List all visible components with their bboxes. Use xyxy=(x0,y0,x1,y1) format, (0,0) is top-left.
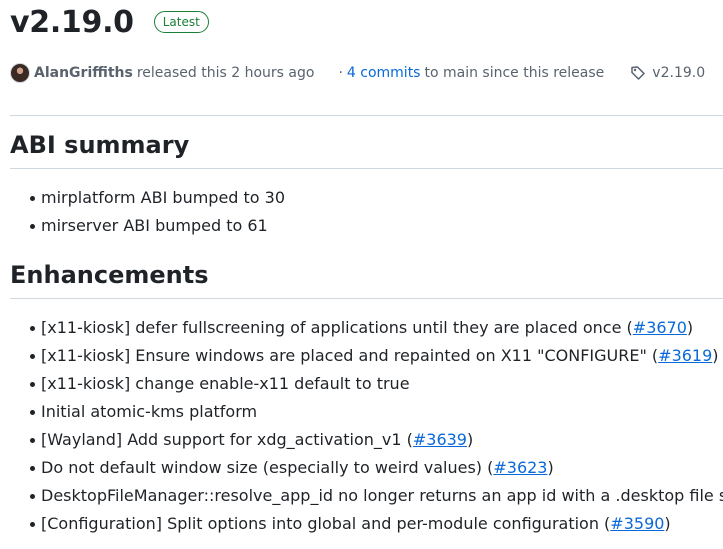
commits-suffix: to main since this release xyxy=(424,65,605,81)
latest-badge: Latest xyxy=(153,11,209,33)
issue-link[interactable]: #3590 xyxy=(610,514,664,533)
enhancement-item: [Configuration] Split options into globa… xyxy=(10,510,723,538)
release-page: v2.19.0 Latest AlanGriffiths released th… xyxy=(0,0,723,549)
enhancement-item: DesktopFileManager::resolve_app_id no lo… xyxy=(10,482,723,510)
enhancement-item: Initial atomic-kms platform xyxy=(10,398,723,426)
abi-item-text: mirserver ABI bumped to 61 xyxy=(41,216,268,235)
release-header: v2.19.0 Latest xyxy=(10,2,209,42)
enhancement-text: Do not default window size (especially t… xyxy=(41,458,494,477)
enhancement-close: ) xyxy=(466,430,474,449)
enhancement-text: [x11-kiosk] defer fullscreening of appli… xyxy=(41,318,633,337)
enhancement-item: [x11-kiosk] change enable-x11 default to… xyxy=(10,370,723,398)
enhancements-divider xyxy=(10,298,723,299)
released-text: released this 2 hours ago xyxy=(136,65,315,81)
enhancement-item: [Wayland] Add support for xdg_activation… xyxy=(10,426,723,454)
tag-link[interactable]: v2.19.0 xyxy=(652,65,705,81)
enhancement-text: [x11-kiosk] Ensure windows are placed an… xyxy=(41,346,659,365)
enhancement-text: [Wayland] Add support for xdg_activation… xyxy=(41,430,413,449)
author-link[interactable]: AlanGriffiths xyxy=(34,65,133,81)
commits-separator: · xyxy=(338,65,343,81)
enhancements-heading: Enhancements xyxy=(10,261,209,289)
enhancement-text: Initial atomic-kms platform xyxy=(41,402,258,421)
enhancement-close: ) xyxy=(664,514,671,533)
abi-list: mirplatform ABI bumped to 30 mirserver AB… xyxy=(10,184,285,240)
enhancements-list: [x11-kiosk] defer fullscreening of appli… xyxy=(10,314,723,538)
enhancement-close: ) xyxy=(712,346,719,365)
enhancement-item: [x11-kiosk] Ensure windows are placed an… xyxy=(10,342,723,370)
abi-heading: ABI summary xyxy=(10,131,190,159)
commits-link[interactable]: 4 commits xyxy=(347,65,421,81)
enhancement-text: [Configuration] Split options into globa… xyxy=(41,514,611,533)
tag-icon xyxy=(631,66,646,80)
abi-item: mirplatform ABI bumped to 30 xyxy=(10,184,285,212)
enhancement-text: [x11-kiosk] change enable-x11 default to… xyxy=(41,374,410,393)
abi-item-text: mirplatform ABI bumped to 30 xyxy=(41,188,286,207)
issue-link[interactable]: #3670 xyxy=(633,318,687,337)
release-meta: AlanGriffiths released this 2 hours ago … xyxy=(10,61,723,85)
enhancement-close: ) xyxy=(686,318,694,337)
issue-link[interactable]: #3619 xyxy=(658,346,712,365)
issue-link[interactable]: #3623 xyxy=(493,458,547,477)
avatar[interactable] xyxy=(10,63,30,83)
enhancement-item: Do not default window size (especially t… xyxy=(10,454,723,482)
enhancement-close: ) xyxy=(547,458,554,477)
release-title[interactable]: v2.19.0 xyxy=(10,5,134,40)
issue-link[interactable]: #3639 xyxy=(413,430,467,449)
abi-item: mirserver ABI bumped to 61 xyxy=(10,212,285,240)
header-divider xyxy=(10,115,723,116)
abi-divider xyxy=(10,168,723,169)
enhancement-text: DesktopFileManager::resolve_app_id no lo… xyxy=(41,486,723,505)
enhancement-item: [x11-kiosk] defer fullscreening of appli… xyxy=(10,314,723,342)
